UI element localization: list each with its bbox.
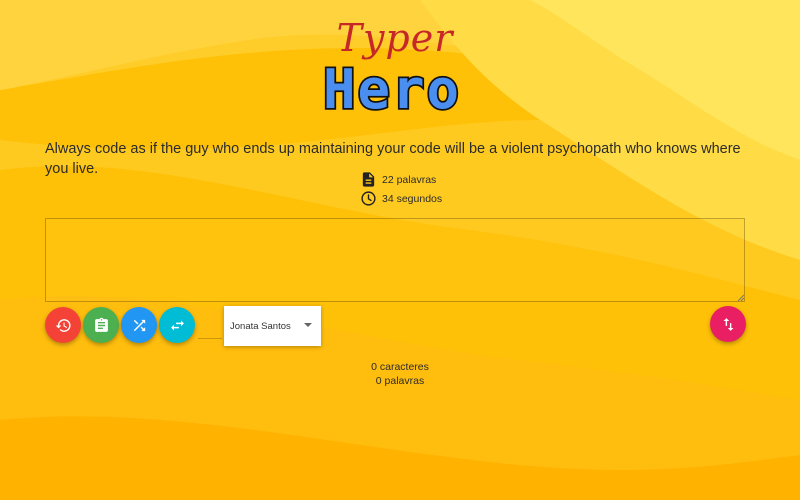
author-select[interactable]: Jonata Santos bbox=[224, 306, 321, 346]
shuffle-icon bbox=[133, 319, 145, 331]
chevron-down-icon bbox=[304, 323, 312, 327]
word-count-label: 22 palavras bbox=[382, 173, 437, 186]
logo-hero-text: Hero bbox=[321, 62, 461, 118]
history-button[interactable] bbox=[45, 307, 81, 343]
clock-icon bbox=[361, 191, 376, 206]
swap-icon bbox=[170, 320, 184, 330]
word-count-stat: 22 palavras bbox=[360, 171, 436, 188]
sort-button[interactable] bbox=[710, 306, 746, 342]
time-stat: 34 segundos bbox=[360, 190, 442, 207]
swap-button[interactable] bbox=[159, 307, 195, 343]
clipboard-button[interactable] bbox=[83, 307, 119, 343]
typing-input[interactable] bbox=[45, 218, 745, 302]
shuffle-button[interactable] bbox=[121, 307, 157, 343]
clipboard-icon bbox=[94, 317, 108, 332]
character-counter: 0 caracteres bbox=[371, 361, 429, 373]
history-icon bbox=[55, 318, 71, 332]
typed-word-counter: 0 palavras bbox=[375, 375, 425, 387]
swap-vertical-icon bbox=[723, 317, 733, 331]
svg-text:Hero: Hero bbox=[323, 62, 461, 118]
time-label: 34 segundos bbox=[382, 192, 443, 205]
divider bbox=[198, 338, 222, 339]
author-select-value: Jonata Santos bbox=[230, 320, 291, 332]
resize-handle-icon[interactable] bbox=[737, 294, 745, 302]
document-icon bbox=[362, 172, 375, 187]
logo-typer-text: Typer bbox=[336, 16, 454, 60]
